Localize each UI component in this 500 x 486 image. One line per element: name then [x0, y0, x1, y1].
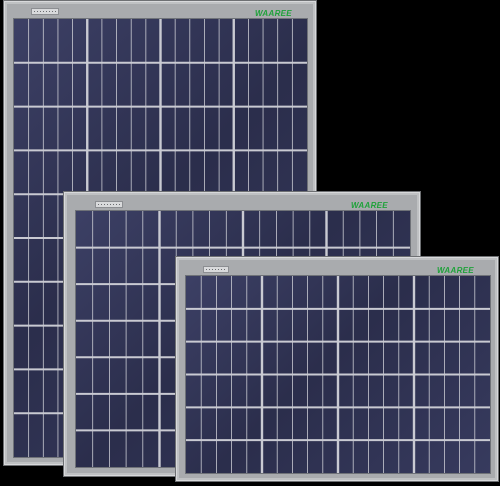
solar-panel-small: WAAREE: [176, 257, 498, 481]
barcode-label: [203, 266, 229, 273]
brand-logo: WAAREE: [437, 266, 474, 275]
cell-grid: [186, 276, 490, 473]
cell-array: [185, 275, 491, 474]
barcode-label: [95, 201, 123, 208]
barcode-label: [31, 8, 59, 15]
brand-logo: WAAREE: [255, 9, 292, 18]
brand-logo: WAAREE: [351, 201, 388, 210]
